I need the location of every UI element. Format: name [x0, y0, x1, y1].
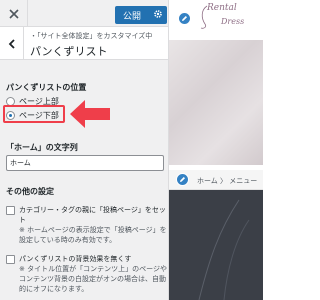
home-string-input[interactable] [6, 155, 164, 171]
logo-flourish-icon [200, 5, 208, 29]
section-title: パンくずリスト [30, 45, 108, 58]
publish-button[interactable]: 公開 [115, 6, 167, 24]
edit-shortcut-button[interactable] [178, 12, 191, 25]
highlight-annotation-box [3, 105, 65, 123]
checkbox-text: パンくずリストの背景効果を無くす ※ タイトル位置が「コンテンツ上」のページやコ… [19, 254, 167, 294]
customizer-panel: 公開 ・「サイト全体設定」をカスタマイズ中 パンくずリスト パンくずリストの位置… [0, 0, 169, 300]
checkbox-label: パンくずリストの背景効果を無くす [19, 255, 132, 263]
chevron-left-icon [8, 38, 15, 49]
pencil-icon [182, 16, 187, 21]
pointer-arrow-icon [70, 100, 110, 128]
position-heading: パンくずリストの位置 [6, 83, 87, 92]
back-button[interactable] [0, 27, 24, 60]
pencil-icon [180, 177, 185, 182]
publish-label: 公開 [123, 12, 142, 22]
site-logo-line2: Dress [221, 17, 245, 26]
customizer-topbar: 公開 [0, 0, 168, 27]
edit-shortcut-button[interactable] [176, 173, 189, 186]
checkbox-option-posts-page[interactable]: カテゴリー・タグの親に「投稿ページ」をセット ※ ホームページの表示設定で「投稿… [6, 205, 167, 245]
preview-breadcrumb-text: ホーム 〉 メニュー [197, 177, 258, 185]
preview-dark-section [169, 190, 263, 300]
checkbox[interactable] [6, 206, 15, 215]
customizing-hint: ・「サイト全体設定」をカスタマイズ中 [30, 32, 153, 40]
home-string-heading: 「ホーム」の文字列 [6, 143, 78, 152]
other-settings-heading: その他の設定 [6, 187, 54, 196]
site-preview: Rental Dress ホーム 〉 メニュー [169, 0, 263, 300]
checkbox[interactable] [6, 255, 15, 264]
decorative-lines [198, 199, 250, 300]
preview-site-header: Rental Dress [169, 0, 263, 40]
checkbox-label: カテゴリー・タグの親に「投稿ページ」をセット [19, 206, 166, 224]
checkbox-note: ※ ホームページの表示設定で「投稿ページ」を設定している時のみ有効です。 [19, 226, 167, 244]
checkbox-note: ※ タイトル位置が「コンテンツ上」のページやコンテンツ背景の白設定がオンの場合は… [19, 265, 167, 293]
gear-icon[interactable] [153, 9, 163, 19]
close-icon [8, 8, 19, 19]
checkbox-option-no-bg-effect[interactable]: パンくずリストの背景効果を無くす ※ タイトル位置が「コンテンツ上」のページやコ… [6, 254, 167, 294]
section-header: ・「サイト全体設定」をカスタマイズ中 パンくずリスト [0, 27, 168, 60]
site-logo-line1: Rental [207, 3, 237, 13]
close-customizer-button[interactable] [0, 0, 28, 27]
preview-hero-image [169, 40, 263, 165]
preview-breadcrumb-bar: ホーム 〉 メニュー [169, 170, 263, 190]
checkbox-text: カテゴリー・タグの親に「投稿ページ」をセット ※ ホームページの表示設定で「投稿… [19, 205, 167, 245]
